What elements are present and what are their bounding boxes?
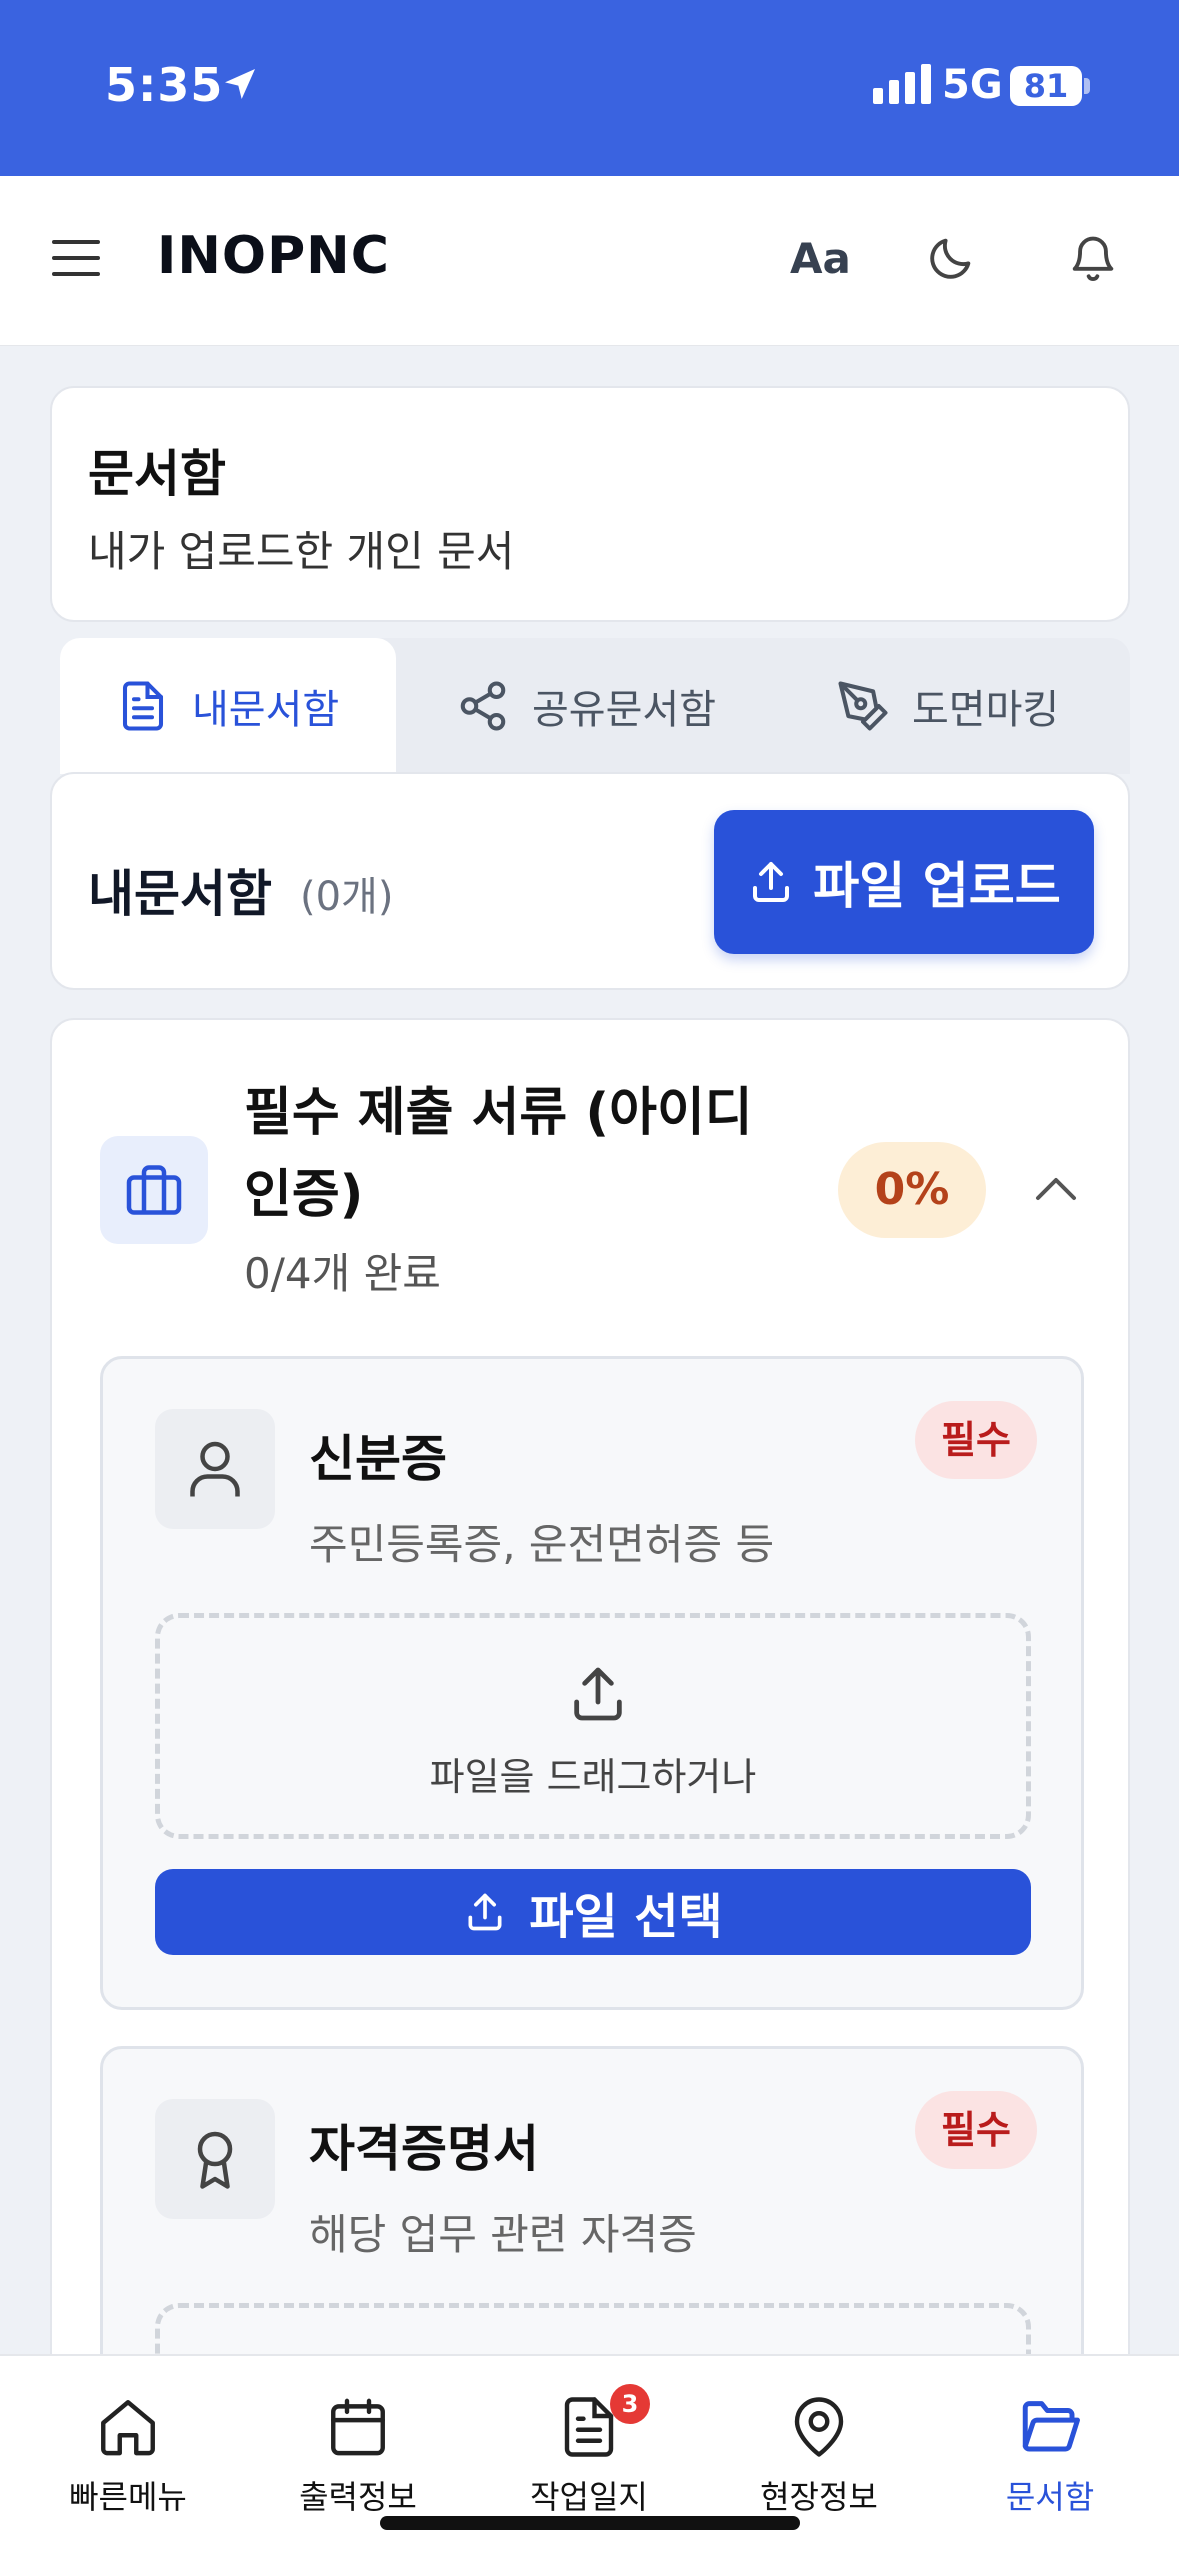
status-time: 5:35 bbox=[105, 58, 224, 112]
location-arrow-icon bbox=[225, 69, 255, 99]
upload-button-label: 파일 업로드 bbox=[813, 857, 1061, 915]
required-section-title: 필수 제출 서류 (아이디 인증) bbox=[244, 1083, 753, 1225]
required-documents-card: 필수 제출 서류 (아이디 인증) 0/4개 완료 0% 신분증 주민등록증, … bbox=[50, 1018, 1130, 2556]
doc-title: 신분증 bbox=[309, 1430, 447, 1488]
signal-icon bbox=[873, 64, 931, 104]
file-drop-zone[interactable]: 파일을 드래그하거나 bbox=[155, 1613, 1031, 1839]
my-documents-card: 내문서함 (0개) 파일 업로드 bbox=[50, 772, 1130, 990]
map-pin-icon bbox=[794, 2397, 844, 2457]
upload-icon bbox=[753, 862, 790, 902]
document-tabs: 내문서함 공유문서함 도면마킹 bbox=[60, 638, 1130, 774]
home-icon bbox=[101, 2400, 155, 2456]
doc-description: 해당 업무 관련 자격증 bbox=[309, 2210, 697, 2259]
document-icon bbox=[122, 681, 164, 731]
moon-icon[interactable] bbox=[925, 232, 977, 284]
page-heading-card: 문서함 내가 업로드한 개인 문서 bbox=[50, 386, 1130, 622]
briefcase-icon bbox=[126, 1165, 182, 1215]
bell-icon[interactable] bbox=[1067, 230, 1119, 286]
pen-tool-icon bbox=[838, 681, 888, 731]
nav-label: 작업일지 bbox=[530, 2478, 648, 2516]
award-icon-box bbox=[155, 2099, 275, 2219]
nav-label: 현장정보 bbox=[760, 2478, 878, 2516]
status-bar: 5:35 5G 81 bbox=[0, 0, 1179, 176]
select-file-button[interactable]: 파일 선택 bbox=[155, 1869, 1031, 1955]
tab-drawing-marking[interactable]: 도면마킹 bbox=[836, 638, 1136, 774]
page-subtitle: 내가 업로드한 개인 문서 bbox=[88, 527, 515, 576]
section-title: 내문서함 bbox=[88, 865, 272, 923]
font-size-button[interactable]: Aa bbox=[790, 234, 851, 283]
doc-title: 자격증명서 bbox=[309, 2120, 539, 2178]
hamburger-menu-icon[interactable] bbox=[52, 238, 100, 278]
completion-percent-badge: 0% bbox=[838, 1142, 986, 1238]
required-doc-item: 신분증 주민등록증, 운전면허증 등 필수 파일을 드래그하거나 파일 선택 bbox=[100, 1356, 1084, 2010]
document-count: (0개) bbox=[300, 874, 394, 920]
home-indicator bbox=[380, 2516, 800, 2530]
battery-icon: 81 bbox=[1010, 66, 1082, 106]
user-icon bbox=[190, 1441, 240, 1497]
required-badge: 필수 bbox=[915, 1401, 1037, 1479]
page-title: 문서함 bbox=[88, 445, 226, 503]
nav-label: 출력정보 bbox=[299, 2478, 417, 2516]
drop-zone-text: 파일을 드래그하거나 bbox=[429, 1755, 757, 1799]
share-icon bbox=[460, 681, 506, 731]
nav-work-log[interactable]: 3 작업일지 bbox=[494, 2384, 684, 2518]
award-icon bbox=[197, 2131, 233, 2189]
chevron-up-icon[interactable] bbox=[1032, 1168, 1080, 1208]
tab-label: 내문서함 bbox=[192, 687, 340, 733]
nav-label: 문서함 bbox=[1005, 2478, 1095, 2516]
tab-my-documents[interactable]: 내문서함 bbox=[60, 638, 396, 774]
upload-icon bbox=[574, 1667, 622, 1721]
briefcase-icon-box bbox=[100, 1136, 208, 1244]
doc-description: 주민등록증, 운전면허증 등 bbox=[309, 1520, 775, 1569]
nav-output-info[interactable]: 출력정보 bbox=[263, 2394, 453, 2518]
required-badge: 필수 bbox=[915, 2091, 1037, 2169]
network-type: 5G bbox=[942, 62, 1003, 108]
tab-shared-documents[interactable]: 공유문서함 bbox=[456, 638, 786, 774]
battery-tip bbox=[1084, 78, 1090, 94]
user-icon-box bbox=[155, 1409, 275, 1529]
tab-label: 도면마킹 bbox=[912, 687, 1060, 733]
app-header: INOPNC Aa bbox=[0, 176, 1179, 346]
required-progress: 0/4개 완료 bbox=[244, 1249, 441, 1298]
tab-label: 공유문서함 bbox=[532, 687, 716, 733]
select-file-label: 파일 선택 bbox=[529, 1889, 723, 1945]
nav-site-info[interactable]: 현장정보 bbox=[724, 2394, 914, 2518]
nav-quick-menu[interactable]: 빠른메뉴 bbox=[33, 2394, 223, 2518]
nav-label: 빠른메뉴 bbox=[69, 2478, 187, 2516]
folder-open-icon bbox=[1022, 2401, 1080, 2452]
nav-documents[interactable]: 문서함 bbox=[955, 2394, 1145, 2518]
upload-icon bbox=[468, 1893, 502, 1931]
calendar-icon bbox=[331, 2398, 385, 2456]
notification-badge: 3 bbox=[610, 2384, 650, 2424]
upload-file-button[interactable]: 파일 업로드 bbox=[714, 810, 1094, 954]
app-brand: INOPNC bbox=[157, 226, 390, 286]
